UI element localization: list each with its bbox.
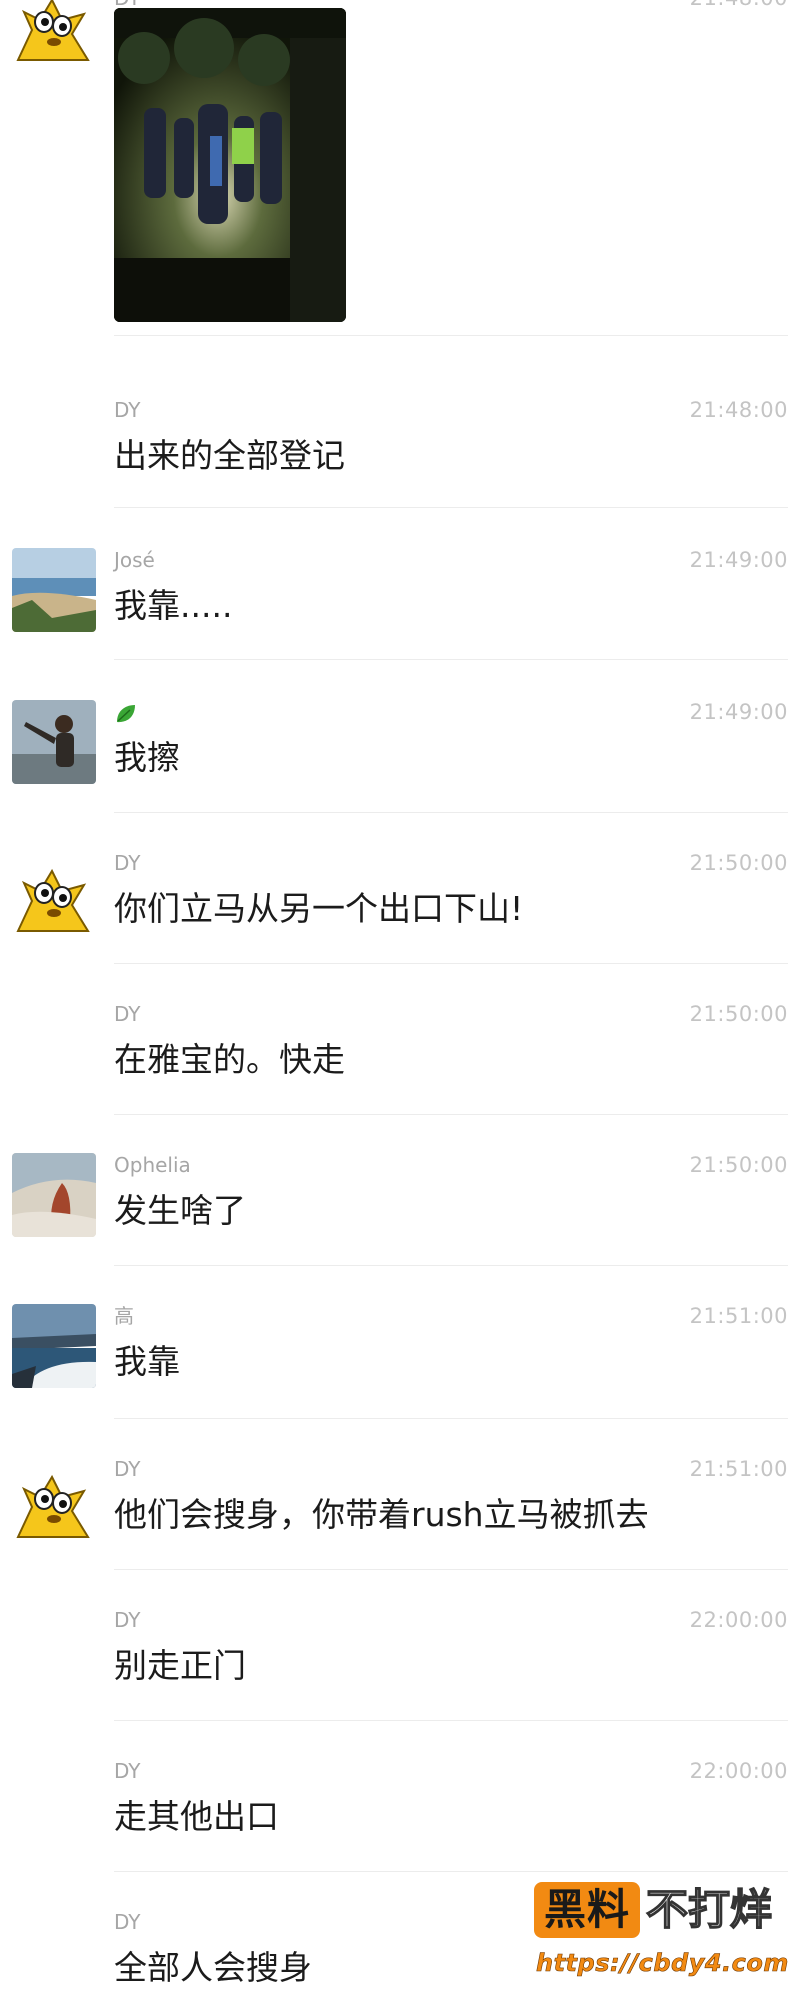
sender-name: 高 — [114, 1304, 134, 1328]
sender-name: José — [114, 548, 155, 572]
message-item[interactable]: DY 21:51:00 他们会搜身，你带着rush立马被抓去 — [0, 1457, 800, 1570]
message-divider — [114, 1418, 788, 1419]
message-item[interactable]: DY 21:48:00 出来的全部登记 — [0, 398, 800, 508]
message-item[interactable]: DY 21:50:00 你们立马从另一个出口下山! — [0, 851, 800, 964]
message-item[interactable]: 21:49:00 我擦 — [0, 700, 800, 813]
avatar-dog[interactable] — [12, 857, 96, 941]
message-time: 21:51:00 — [689, 1457, 788, 1481]
sender-name: DY — [114, 398, 141, 422]
chat-log: DY 21:48:00 出来的全部登记 José 21:49:00 我靠....… — [0, 0, 800, 2000]
message-divider — [114, 507, 788, 508]
sender-name: DY — [114, 851, 141, 875]
sender-name: DY — [114, 1910, 141, 1934]
avatar-beach[interactable] — [12, 548, 96, 632]
message-divider — [114, 963, 788, 964]
message-text: 我擦 — [114, 738, 180, 777]
message-item[interactable]: DY 21:50:00 在雅宝的。快走 — [0, 1002, 800, 1115]
message-divider — [114, 335, 788, 336]
message-text: 他们会搜身，你带着rush立马被抓去 — [114, 1495, 649, 1534]
message-item[interactable]: Ophelia 21:50:00 发生啥了 — [0, 1153, 800, 1266]
message-divider — [114, 1114, 788, 1115]
sender-name: DY — [114, 1759, 141, 1783]
message-text: 走其他出口 — [114, 1797, 279, 1836]
message-text: 我靠 — [114, 1342, 180, 1381]
message-text: 你们立马从另一个出口下山! — [114, 889, 524, 928]
message-divider — [114, 659, 788, 660]
message-time: 21:50:00 — [689, 851, 788, 875]
message-time: 22:00:00 — [689, 1759, 788, 1783]
night-hiking-photo[interactable] — [114, 8, 346, 322]
dog-icon — [16, 868, 90, 932]
message-time: 21:50:00 — [689, 1153, 788, 1177]
message-time: 21:49:00 — [689, 548, 788, 572]
message-text: 发生啥了 — [114, 1191, 246, 1230]
avatar-person[interactable] — [12, 700, 96, 784]
dog-icon — [16, 0, 90, 61]
sender-name — [114, 700, 138, 726]
site-watermark: 黑料 不打烊 https://cbdy4.com — [530, 1878, 792, 1988]
message-time: 21:49:00 — [689, 700, 788, 724]
message-divider — [114, 1720, 788, 1721]
message-divider — [114, 1871, 788, 1872]
painting-avatar — [12, 1153, 96, 1237]
message-item[interactable]: DY 21:48:00 — [0, 0, 800, 336]
sender-name: DY — [114, 1002, 141, 1026]
message-time: 21:48:00 — [689, 398, 788, 422]
message-text: 在雅宝的。快走 — [114, 1040, 345, 1079]
message-item[interactable]: José 21:49:00 我靠..... — [0, 548, 800, 660]
message-time: 22:00:00 — [689, 1608, 788, 1632]
sender-name: DY — [114, 1608, 141, 1632]
avatar-dog[interactable] — [12, 1463, 96, 1547]
lake-avatar — [12, 1304, 96, 1388]
message-text: 别走正门 — [114, 1646, 246, 1685]
avatar-dog[interactable] — [12, 0, 96, 70]
dog-icon — [16, 1474, 90, 1538]
watermark-url: https://cbdy4.com — [536, 1949, 789, 1978]
avatar-painting[interactable] — [12, 1153, 96, 1237]
message-time: 21:51:00 — [689, 1304, 788, 1328]
person-avatar — [12, 700, 96, 784]
sender-name: Ophelia — [114, 1153, 191, 1177]
message-time: 21:50:00 — [689, 1002, 788, 1026]
message-text: 全部人会搜身 — [114, 1948, 312, 1987]
message-text: 我靠..... — [114, 586, 233, 625]
message-divider — [114, 1569, 788, 1570]
message-time: 21:48:00 — [690, 0, 788, 10]
message-item[interactable]: 高 21:51:00 我靠 — [0, 1304, 800, 1419]
message-item[interactable]: DY 22:00:00 别走正门 — [0, 1608, 800, 1721]
leaf-icon — [117, 704, 135, 722]
message-text: 出来的全部登记 — [114, 436, 345, 475]
sender-name: DY — [114, 1457, 141, 1481]
message-divider — [114, 1265, 788, 1266]
beach-avatar — [12, 548, 96, 632]
watermark-badge: 黑料 — [534, 1882, 640, 1938]
message-divider — [114, 812, 788, 813]
avatar-lake[interactable] — [12, 1304, 96, 1388]
watermark-slogan: 不打烊 — [645, 1884, 773, 1935]
message-item[interactable]: DY 22:00:00 走其他出口 — [0, 1759, 800, 1872]
